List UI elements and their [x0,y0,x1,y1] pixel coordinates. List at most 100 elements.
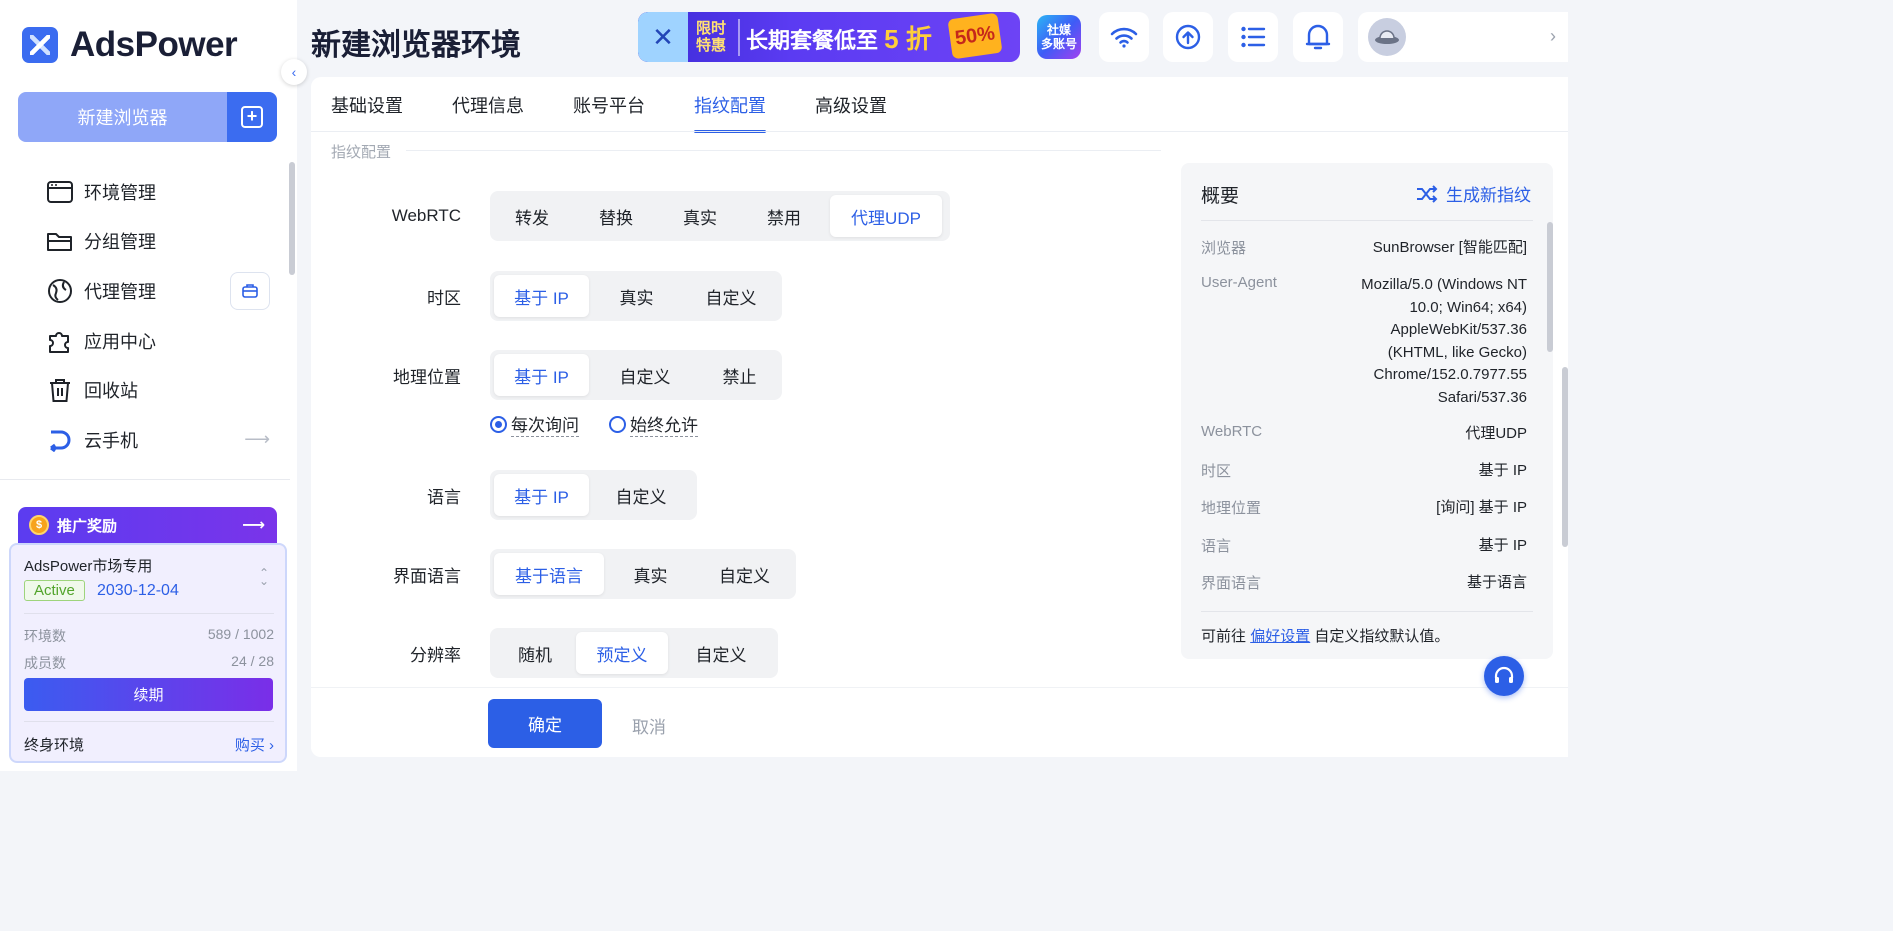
webrtc-option-forward[interactable]: 转发 [494,195,570,237]
tab-proxy[interactable]: 代理信息 [452,77,524,132]
sidebar-item-label: 环境管理 [84,182,156,203]
bag-icon [242,284,258,299]
overview-value: 基于 IP [1478,537,1527,554]
chevron-left-icon: ‹ [291,64,297,80]
tab-account[interactable]: 账号平台 [573,77,645,132]
overview-title: 概要 [1201,186,1240,207]
divider [24,613,274,614]
sidebar-item-label: 云手机 [84,430,138,451]
env-count-label: 环境数 [24,628,66,644]
banner-tag-line2: 特惠 [696,37,727,54]
resolution-option-preset[interactable]: 预定义 [576,632,668,674]
language-option-custom[interactable]: 自定义 [589,474,693,516]
network-button[interactable] [1099,12,1149,62]
geo-option-block[interactable]: 禁止 [701,354,778,396]
timezone-option-real[interactable]: 真实 [589,275,684,317]
subscription-panel: AdsPower市场专用 Active 2030-12-04 ⌃ ⌄ 环境数 58… [9,543,287,763]
tab-basic[interactable]: 基础设置 [331,77,403,132]
geo-prompt-radio-group: 每次询问 始终允许 [490,411,698,437]
divider [1201,611,1533,612]
timezone-option-custom[interactable]: 自定义 [684,275,778,317]
expand-toggle-icon[interactable]: ⌃ ⌄ [259,567,269,587]
overview-value: 基于语言 [1466,574,1527,591]
timezone-option-ip[interactable]: 基于 IP [494,275,589,317]
overview-key: 界面语言 [1201,575,1262,592]
webrtc-option-proxy-udp[interactable]: 代理UDP [830,195,942,237]
social-multi-account-button[interactable]: 社媒 多账号 [1037,15,1081,59]
overview-row-geo: 地理位置 [询问] 基于 IP [1201,497,1527,520]
ui-language-option-real[interactable]: 真实 [604,553,697,595]
note-suffix: 自定义指纹默认值。 [1314,628,1450,645]
logo[interactable]: AdsPower [22,25,238,65]
main-panel: 基础设置 代理信息 账号平台 指纹配置 高级设置 指纹配置 WebRTC 转发 … [311,77,1568,757]
overview-value: [询问] 基于 IP [1436,499,1527,516]
radio-unchecked-icon [609,415,626,433]
resolution-option-custom[interactable]: 自定义 [668,632,774,674]
promo-banner[interactable]: ✕ 限时 特惠 长期套餐低至 5 折 50% [638,12,1020,62]
add-icon: + [241,106,263,128]
language-segmented: 基于 IP 自定义 [490,470,697,520]
geo-option-ip[interactable]: 基于 IP [494,354,589,396]
renew-button[interactable]: 续期 [24,678,273,711]
webrtc-row: WebRTC [311,191,461,241]
member-count-label: 成员数 [24,655,66,671]
buy-link[interactable]: 购买 › [235,734,274,755]
overview-row-browser: 浏览器 SunBrowser [智能匹配] [1201,237,1527,260]
webrtc-option-disable[interactable]: 禁用 [738,195,830,237]
member-count-row: 成员数 24 / 28 [24,653,274,673]
ui-language-option-lang[interactable]: 基于语言 [494,553,604,595]
proxy-shop-button[interactable] [230,271,270,310]
cancel-button[interactable]: 取消 [632,713,666,738]
geo-prompt-ask-radio[interactable]: 每次询问 [490,411,579,437]
ui-language-option-custom[interactable]: 自定义 [697,553,792,595]
overview-value: 代理UDP [1465,425,1527,442]
overview-note: 可前往 偏好设置 自定义指纹默认值。 [1201,625,1449,646]
tab-advanced[interactable]: 高级设置 [815,77,887,132]
timezone-segmented: 基于 IP 真实 自定义 [490,271,782,321]
env-count-value: 589 / 1002 [207,626,274,642]
page-title: 新建浏览器环境 [311,29,521,62]
webrtc-option-replace[interactable]: 替换 [570,195,662,237]
webrtc-option-real[interactable]: 真实 [662,195,738,237]
overview-scrollbar[interactable] [1547,222,1553,352]
tab-fingerprint[interactable]: 指纹配置 [694,77,766,133]
sidebar-item-apps[interactable]: 应用中心 [0,316,290,366]
sidebar-item-group[interactable]: 分组管理 [0,217,290,267]
sidebar-item-trash[interactable]: 回收站 [0,365,290,415]
promo-card: AdsPower市场专用 Active 2030-12-04 ⌃ ⌄ 环境数 58… [9,507,287,763]
banner-text: 长期套餐低至 5 折 [738,18,932,56]
sidebar-item-proxy[interactable]: 代理管理 [0,266,290,316]
task-list-button[interactable] [1228,12,1278,62]
divider [24,721,274,722]
collapse-sidebar-button[interactable]: ‹ [281,59,307,85]
radio-label: 每次询问 [511,411,579,437]
support-button[interactable] [1484,656,1524,696]
preferences-link[interactable]: 偏好设置 [1250,628,1310,645]
sidebar-item-env[interactable]: 环境管理 [0,167,290,217]
sidebar-item-cloud-phone[interactable]: 云手机 ⟶ [0,415,290,465]
banner-main-text: 长期套餐低至 [746,27,879,53]
sync-button[interactable] [1163,12,1213,62]
sidebar-scrollbar[interactable] [289,162,295,275]
geo-option-custom[interactable]: 自定义 [589,354,701,396]
new-browser-button[interactable]: 新建浏览器 [18,92,227,142]
promo-title: 推广奖励 [57,517,118,535]
divider [0,479,290,480]
language-option-ip[interactable]: 基于 IP [494,474,589,516]
generate-fingerprint-button[interactable]: 生成新指纹 [1416,181,1531,206]
quick-create-button[interactable]: + [227,92,277,142]
geo-prompt-allow-radio[interactable]: 始终允许 [609,411,698,437]
headset-icon [1494,666,1514,683]
page-scrollbar[interactable] [1562,367,1568,547]
confirm-button[interactable]: 确定 [488,699,602,748]
webrtc-segmented: 转发 替换 真实 禁用 代理UDP [490,191,950,241]
promo-header[interactable]: $ 推广奖励 ⟶ [18,507,277,543]
user-menu[interactable]: › [1358,12,1568,62]
notifications-button[interactable] [1293,12,1343,62]
member-count-value: 24 / 28 [231,653,274,669]
divider [311,131,1568,132]
resolution-option-random[interactable]: 随机 [494,632,576,674]
social-line2: 多账号 [1040,37,1077,51]
ui-language-row: 界面语言 [311,549,461,599]
language-row: 语言 [311,470,461,520]
